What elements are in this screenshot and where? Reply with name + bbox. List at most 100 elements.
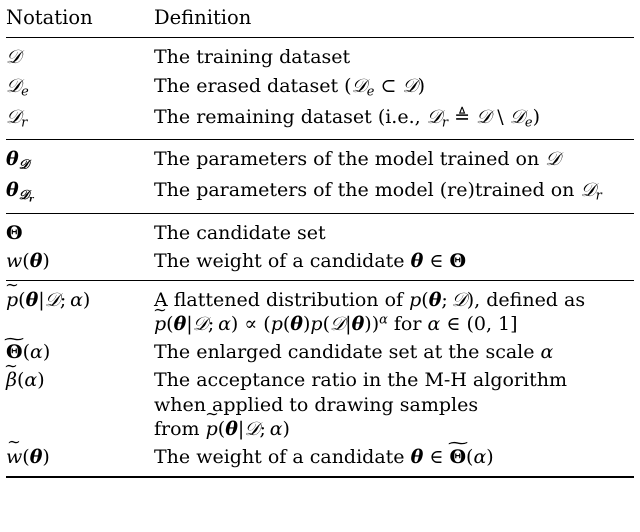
- op-subset: ⊂: [380, 74, 397, 97]
- notation-cell: Θ: [6, 212, 154, 247]
- table-row-weight-w-tilde: ∼ w(θ) The weight of a candidate θ ∈ ∼ Θ(α…: [6, 435, 634, 478]
- tilde-group-capital-theta: ∼ Θ: [445, 436, 470, 469]
- definition-cell: The remaining dataset (i.e., 𝒟r ≜ 𝒟 \ 𝒟e…: [154, 103, 634, 140]
- sym-d: 𝒟: [44, 289, 60, 312]
- definition-line-3: from ∼ p(θ|𝒟; α): [154, 406, 634, 441]
- sym-d: 𝒟: [244, 417, 260, 440]
- inline-symbol-dr: 𝒟r: [580, 179, 602, 204]
- sym-theta: θ: [225, 417, 238, 440]
- definition-line-1: The acceptance ratio in the M-H algorith…: [154, 369, 567, 392]
- definition-text: The parameters of the model trained on: [154, 147, 546, 170]
- inline-symbol-alpha: α: [540, 341, 554, 364]
- definition-text-a: A flattened distribution of: [154, 289, 410, 312]
- tilde-group-beta: ∼ β: [5, 358, 19, 392]
- inline-symbol-alpha: α: [427, 313, 441, 336]
- sym-rparen: ): [42, 341, 51, 364]
- notation-cell: 𝒟e: [6, 72, 154, 103]
- symbol-dataset-dr: 𝒟r: [6, 105, 27, 131]
- inline-symbol-theta: θ: [410, 249, 424, 272]
- inline-symbol-d: 𝒟: [476, 105, 492, 128]
- sym-sub-dr: 𝒟r: [18, 188, 34, 205]
- op-in: ∈: [429, 445, 444, 468]
- table-row-candidate-set: Θ The candidate set: [6, 212, 634, 247]
- table-row-dataset-dr: 𝒟r The remaining dataset (i.e., 𝒟r ≜ 𝒟 \…: [6, 103, 634, 140]
- sym-sup-alpha: α: [379, 312, 388, 328]
- sym-alpha: α: [269, 417, 283, 440]
- inline-symbol-d: 𝒟: [545, 147, 561, 170]
- sym-theta: θ: [173, 313, 187, 336]
- definition-text-c: ): [417, 74, 426, 97]
- symbol-candidate-set: Θ: [6, 221, 23, 244]
- definition-line-2: ∼ p(θ|𝒟; α) ∝ (p(θ)p(𝒟|θ))α for α ∈ (0, 1…: [153, 302, 634, 336]
- definition-op-setminus: \: [491, 106, 510, 128]
- sym-sub-r: r: [29, 194, 34, 205]
- sym-d: 𝒟: [351, 74, 367, 97]
- op-def-eq: ≜: [454, 105, 471, 128]
- sym-d: 𝒟: [6, 105, 22, 128]
- definition-text: The enlarged candidate set at the scale: [154, 341, 541, 364]
- op-in: ∈: [429, 249, 444, 272]
- sym-theta: θ: [6, 147, 19, 170]
- sym-d: 𝒟: [192, 313, 208, 336]
- sym-rparen: ): [42, 445, 50, 468]
- definition-cell: The training dataset: [154, 37, 634, 72]
- definition-text-a: The remaining dataset (i.e.,: [154, 105, 427, 128]
- definition-text-a: The weight of a candidate: [154, 445, 411, 468]
- sym-d: 𝒟: [6, 74, 22, 97]
- definition-text-for: for: [388, 313, 428, 335]
- table-row-params-theta-dr: θ𝒟r The parameters of the model (re)trai…: [6, 176, 634, 214]
- definition-op-in: ∈: [423, 250, 449, 272]
- sym-d: 𝒟: [18, 188, 29, 204]
- sym-p: p: [409, 289, 422, 312]
- sym-lparen: (: [322, 313, 330, 336]
- definition-cell: The parameters of the model trained on 𝒟: [154, 138, 634, 176]
- op-propto: ∝: [244, 313, 258, 336]
- notation-cell: ∼ Θ(α): [2, 331, 154, 366]
- definition-text-b: , defined as: [474, 289, 586, 312]
- inline-symbol-de: 𝒟e: [509, 105, 533, 131]
- text-for: for: [393, 313, 422, 336]
- sym-sub-e: e: [524, 115, 533, 131]
- definition-text-from: from: [154, 417, 206, 440]
- table-row-params-theta-d: θ 𝒟 The parameters of the model trained o…: [6, 138, 634, 176]
- definition-range: ∈ (0, 1]: [440, 313, 517, 335]
- inline-symbol-p-theta-d: p(θ; 𝒟): [409, 289, 474, 311]
- sym-semi: ;: [441, 289, 448, 312]
- sym-sub-r: r: [595, 188, 602, 204]
- table-row-weight-w: w(θ) The weight of a candidate θ ∈ Θ: [6, 247, 634, 281]
- tilde-mark: ∼: [4, 356, 19, 375]
- sym-rparen: ): [42, 249, 50, 272]
- inline-symbol-p-tilde-cond: ∼ p(θ|𝒟; α): [153, 302, 238, 336]
- sym-lparen: (: [166, 313, 174, 336]
- table-row-acceptance-ratio: ∼ β(α) The acceptance ratio in the M-H al…: [5, 358, 634, 442]
- definition-cell: The enlarged candidate set at the scale …: [154, 338, 634, 366]
- sym-lparen: (: [22, 445, 30, 468]
- column-header-notation: Notation: [6, 6, 93, 29]
- table-row-dataset-d: 𝒟 The training dataset: [6, 37, 634, 72]
- definition-op-propto: ∝: [238, 313, 263, 335]
- sym-d: 𝒟: [509, 105, 525, 128]
- sym-semi: ;: [59, 289, 67, 312]
- symbol-w-tilde-theta: ∼ w(θ): [6, 435, 50, 468]
- sym-lparen: (: [421, 289, 429, 312]
- inline-symbol-capital-theta: Θ: [449, 249, 467, 272]
- symbol-dataset-de: 𝒟e: [6, 74, 29, 100]
- definition-cell: The candidate set: [154, 212, 634, 247]
- notation-cell: w(θ): [6, 247, 154, 281]
- definition-cell: A flattened distribution of p(θ; 𝒟), def…: [153, 280, 634, 339]
- symbol-beta-tilde-alpha: ∼ β(α): [5, 358, 45, 392]
- definition-text-a: The erased dataset (: [154, 74, 352, 97]
- symbol-theta-dr: θ𝒟r: [6, 178, 34, 205]
- sym-alpha: α: [70, 289, 83, 312]
- inline-symbol-p-tilde-cond: ∼ p(θ|𝒟; α): [205, 406, 290, 440]
- tilde-mark: ∼: [7, 433, 21, 452]
- column-header-definition: Definition: [154, 6, 252, 29]
- notation-cell: θ𝒟r: [6, 176, 154, 214]
- sym-theta: θ: [6, 178, 19, 201]
- definition-op-subset: ⊂: [374, 75, 402, 97]
- sym-rparen: ): [82, 289, 91, 312]
- sym-theta: θ: [25, 289, 39, 312]
- symbol-p-tilde-cond: ∼ p(θ|𝒟; α): [5, 278, 91, 312]
- sym-alpha: α: [473, 445, 487, 468]
- definition-text-d: ): [532, 105, 540, 128]
